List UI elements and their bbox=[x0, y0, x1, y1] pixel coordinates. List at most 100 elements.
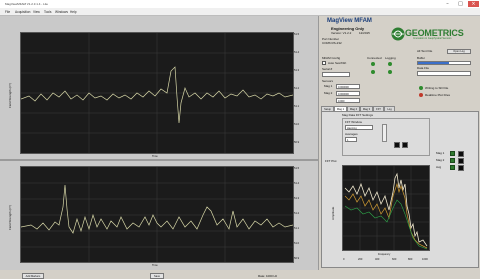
buffer-bar bbox=[417, 61, 471, 65]
fft-settings-title: Mag Data FFT Settings bbox=[342, 113, 373, 117]
data-file-field[interactable] bbox=[417, 71, 471, 76]
fft-window-label: FFT Window bbox=[345, 120, 362, 124]
save-button[interactable]: Save bbox=[150, 273, 164, 279]
top-chart-ylabel: Field Strength (nT) bbox=[8, 82, 12, 108]
top-right-tick: 51.4 bbox=[294, 51, 300, 54]
fft-xlabel: Frequency bbox=[378, 253, 391, 256]
bottom-right-tick: 51.2 bbox=[294, 212, 300, 215]
top-right-tick: 51.2 bbox=[294, 87, 300, 90]
tab-content: Mag Data FFT Settings FFT Window Hanning… bbox=[321, 111, 479, 268]
top-right-tick: 51.0 bbox=[294, 123, 300, 126]
bottom-chart-svg bbox=[21, 167, 293, 262]
realtime-led-icon bbox=[419, 93, 423, 97]
mag2-value-field[interactable]: 0.000000 bbox=[336, 91, 360, 96]
plot-divider[interactable] bbox=[0, 159, 318, 161]
menu-bar: File Acquisition View Tools Windows Help bbox=[0, 8, 480, 16]
all-text-file-label: All Text File bbox=[417, 49, 433, 53]
menu-acquisition[interactable]: Acquisition bbox=[15, 10, 30, 14]
serial-label: Serial # bbox=[322, 67, 333, 71]
menu-file[interactable]: File bbox=[5, 10, 10, 14]
fft-xtick: 200 bbox=[358, 258, 363, 261]
fft-ylabel: Amplitude bbox=[331, 206, 335, 220]
legend-color-box[interactable] bbox=[458, 151, 464, 157]
legend-avg-swatch[interactable] bbox=[450, 165, 455, 170]
fft-xtick: 400 bbox=[375, 258, 380, 261]
control-panel: MagView MFAM Engineering Only Version: V… bbox=[318, 16, 480, 270]
fft-xtick: 800 bbox=[408, 258, 413, 261]
connected-led-icon bbox=[371, 62, 375, 66]
fft-xtick: 600 bbox=[392, 258, 397, 261]
logging-led-icon bbox=[388, 62, 392, 66]
bottom-right-tick: 50.9 bbox=[294, 257, 300, 260]
add-markers-button[interactable]: Add Markers bbox=[22, 273, 44, 279]
bottom-chart-ylabel: Field Strength (nT) bbox=[8, 204, 12, 230]
fft-xtick: 0 bbox=[343, 258, 345, 261]
legend-color-box[interactable] bbox=[458, 158, 464, 164]
status-led-icon bbox=[388, 70, 392, 74]
fft-slider[interactable] bbox=[382, 124, 387, 142]
top-chart[interactable] bbox=[20, 32, 294, 154]
fft-trace-avg bbox=[344, 199, 428, 250]
minimize-button[interactable]: – bbox=[442, 1, 453, 7]
bottom-right-tick: 51.4 bbox=[294, 182, 300, 185]
legend-mag1-label: Mag 1 bbox=[436, 151, 445, 155]
bottom-right-tick: 51.1 bbox=[294, 227, 300, 230]
legend-mag1-swatch[interactable] bbox=[450, 151, 455, 156]
auto-set-checkbox[interactable] bbox=[322, 61, 326, 65]
legend-mag2-label: Mag 2 bbox=[436, 158, 445, 162]
app-name: MagView MFAM bbox=[327, 18, 372, 24]
logging-label: Logging bbox=[385, 56, 396, 60]
menu-tools[interactable]: Tools bbox=[44, 10, 51, 14]
fft-chart[interactable] bbox=[342, 165, 430, 251]
top-chart-xlabel: Time bbox=[152, 155, 158, 158]
checkbox-label: Auto Set/ASK bbox=[328, 61, 347, 65]
writing-text: Writing to SD File bbox=[425, 85, 449, 90]
top-right-tick: 51.3 bbox=[294, 69, 300, 72]
open-log-button[interactable]: Open Log bbox=[447, 49, 471, 54]
bottom-right-tick: 51.5 bbox=[294, 167, 300, 170]
fft-indicator bbox=[394, 142, 400, 148]
close-button[interactable]: × bbox=[468, 1, 479, 7]
fft-avg-label: Averages bbox=[345, 132, 358, 136]
bottom-right-tick: 51.3 bbox=[294, 197, 300, 200]
legend-mag2-swatch[interactable] bbox=[450, 158, 455, 163]
maximize-button[interactable]: □ bbox=[455, 1, 466, 7]
fft-xtick: 1000 bbox=[422, 258, 428, 261]
top-right-tick: 51.1 bbox=[294, 105, 300, 108]
plots-area: Field Strength (nT) Time 51.5 51.4 51.3 … bbox=[0, 16, 318, 279]
bottom-right-tick: 51.0 bbox=[294, 242, 300, 245]
top-right-tick: 51.5 bbox=[294, 33, 300, 36]
sensors-label: Sensors bbox=[322, 79, 334, 83]
fft-indicator bbox=[402, 142, 408, 148]
bottom-chart-xlabel: Time bbox=[152, 264, 158, 267]
connected-label: Connected bbox=[367, 56, 382, 60]
rate-text: Rate: 1000 Hz bbox=[258, 274, 278, 278]
legend-color-box[interactable] bbox=[458, 165, 464, 171]
bottom-chart[interactable] bbox=[20, 166, 294, 263]
mag1-value-field[interactable]: 0.000000 bbox=[336, 84, 360, 89]
legend-avg-label: Avg bbox=[436, 165, 442, 169]
mag1-label: Mag 1 bbox=[324, 84, 333, 88]
data-file-label: Data File bbox=[417, 66, 430, 70]
rate-value-field[interactable]: 0.000 bbox=[336, 98, 360, 103]
buffer-label: Buffer bbox=[417, 56, 425, 60]
serial-field[interactable] bbox=[322, 72, 350, 77]
fft-avg-field[interactable]: 1 bbox=[345, 137, 357, 142]
mfam-config-label: MFAM Config bbox=[322, 56, 341, 60]
app-version: Version: V1.2.2 bbox=[331, 31, 352, 35]
fft-plot-title: FFT Plot bbox=[325, 159, 337, 163]
writing-led-icon bbox=[419, 86, 423, 90]
status-led-icon bbox=[371, 70, 375, 74]
menu-help[interactable]: Help bbox=[70, 10, 77, 14]
geometrics-logo-icon bbox=[391, 27, 405, 41]
menu-windows[interactable]: Windows bbox=[55, 10, 68, 14]
fft-window-select[interactable]: Hanning bbox=[345, 125, 373, 130]
app-date: 12/2015 bbox=[359, 31, 370, 35]
top-chart-svg bbox=[21, 33, 293, 153]
top-right-tick: 50.9 bbox=[294, 141, 300, 144]
buffer-fill bbox=[418, 62, 450, 64]
realtime-text: Realtime Plot Files bbox=[425, 92, 451, 97]
logo-tagline: Innovation in Geophysical Sensors bbox=[413, 37, 452, 40]
fft-chart-svg bbox=[343, 166, 429, 250]
menu-view[interactable]: View bbox=[33, 10, 40, 14]
